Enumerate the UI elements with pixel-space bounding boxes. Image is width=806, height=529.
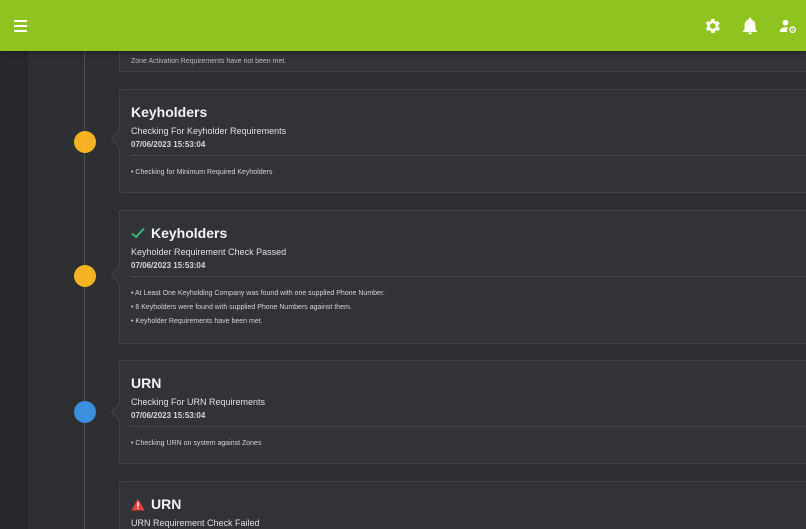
bell-icon[interactable]: [740, 16, 760, 36]
card-timestamp: 07/06/2023 15:53:04: [131, 140, 206, 149]
card-title: Keyholders: [131, 104, 798, 120]
card-title-text: URN: [151, 496, 182, 512]
timeline-dot: [74, 401, 96, 423]
card-title: URN: [131, 496, 798, 512]
top-app-bar: [0, 0, 806, 51]
timeline-card: Keyholders Keyholder Requirement Check P…: [110, 210, 806, 344]
card-body: • Checking for Minimum Required Keyholde…: [120, 156, 806, 190]
card-title-text: Keyholders: [151, 225, 228, 241]
card-timestamp: 07/06/2023 15:53:04: [131, 411, 206, 420]
timeline-card: URN URN Requirement Check Failed: [119, 481, 806, 529]
menu-icon[interactable]: [14, 17, 32, 33]
card-line: • At Least One Keyholding Company was fo…: [131, 290, 385, 297]
card-title: Keyholders: [131, 225, 798, 241]
left-rail: [0, 0, 28, 529]
timeline-line: [84, 51, 85, 529]
card-line: • 6 Keyholders were found with supplied …: [131, 304, 352, 311]
warning-icon: [131, 498, 145, 510]
card-timestamp: 07/06/2023 15:53:04: [131, 261, 206, 270]
check-icon: [131, 227, 145, 239]
card-line: Zone Activation Requirements have not be…: [131, 58, 287, 65]
card-body: • At Least One Keyholding Company was fo…: [120, 277, 806, 339]
timeline-dot: [74, 265, 96, 287]
card-title: URN: [131, 375, 798, 391]
timeline-card: Keyholders Checking For Keyholder Requir…: [110, 89, 806, 193]
card-title-text: Keyholders: [131, 104, 208, 120]
timeline-card: URN Checking For URN Requirements 07/06/…: [110, 360, 806, 464]
card-subtitle: Keyholder Requirement Check Passed: [131, 247, 287, 257]
card-subtitle: URN Requirement Check Failed: [131, 518, 260, 528]
user-settings-icon[interactable]: [778, 16, 798, 36]
gear-icon[interactable]: [702, 16, 722, 36]
card-subtitle: Checking For URN Requirements: [131, 397, 266, 407]
card-line: • Keyholder Requirements have been met.: [131, 318, 263, 325]
card-line: • Checking URN on system against Zones: [131, 440, 262, 447]
card-title-text: URN: [131, 375, 162, 391]
timeline-dot: [74, 131, 96, 153]
card-line: • Checking for Minimum Required Keyholde…: [131, 169, 273, 176]
card-body: • Checking URN on system against Zones: [120, 427, 806, 461]
card-subtitle: Checking For Keyholder Requirements: [131, 126, 287, 136]
